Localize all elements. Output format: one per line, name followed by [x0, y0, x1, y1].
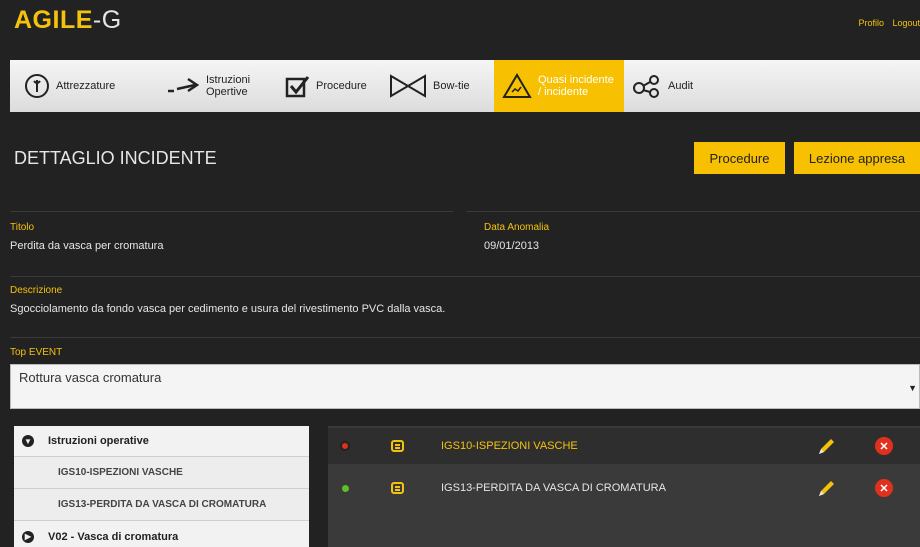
- lezione-appresa-button[interactable]: Lezione appresa: [794, 142, 920, 174]
- accordion-section-istruzioni[interactable]: ▼ Istruzioni operative: [14, 426, 309, 457]
- accordion-item[interactable]: IGS10-ISPEZIONI VASCHE: [14, 457, 309, 489]
- titolo-label: Titolo: [10, 222, 35, 233]
- nav-label: Istruzioni Opertive: [206, 74, 251, 98]
- chevron-right-icon: ▶: [22, 530, 34, 543]
- nav-attrezzature[interactable]: Attrezzature: [10, 60, 158, 112]
- nav-bowtie[interactable]: Bow-tie: [381, 60, 494, 112]
- nav-istruzioni[interactable]: Istruzioni Opertive: [158, 60, 276, 112]
- page-title: DETTAGLIO INCIDENTE: [14, 148, 217, 168]
- list-item-label: IGS13-PERDITA DA VASCA DI CROMATURA: [441, 482, 666, 494]
- delete-icon[interactable]: ✕: [875, 479, 893, 497]
- main-nav: Attrezzature Istruzioni Opertive Procedu…: [10, 60, 920, 112]
- chevron-down-icon: ▼: [22, 435, 34, 447]
- titolo-value: Perdita da vasca per cromatura: [10, 240, 164, 252]
- connection-icon: [633, 75, 659, 98]
- nav-audit[interactable]: Audit: [624, 60, 714, 112]
- results-list: IGS10-ISPEZIONI VASCHE ✕ IGS13-PERDITA D…: [328, 426, 920, 547]
- accordion-section-label: V02 - Vasca di cromatura: [48, 530, 179, 543]
- warning-icon: [502, 73, 532, 98]
- nav-label: Attrezzature: [56, 80, 116, 92]
- divider: [10, 337, 920, 338]
- pencil-icon[interactable]: [816, 437, 836, 457]
- data-anomalia-value: 09/01/2013: [484, 240, 540, 252]
- accordion-panel: ▼ Istruzioni operative IGS10-ISPEZIONI V…: [14, 426, 309, 547]
- logo-part1: AGILE: [14, 6, 93, 34]
- profile-link[interactable]: Profilo: [858, 18, 884, 28]
- accordion-section-v02[interactable]: ▶ V02 - Vasca di cromatura: [14, 521, 309, 547]
- bowtie-icon: [390, 74, 426, 98]
- top-event-select[interactable]: Rottura vasca cromatura ▼: [10, 364, 920, 409]
- top-event-value: Rottura vasca cromatura: [19, 370, 162, 385]
- divider: [10, 276, 920, 277]
- note-icon[interactable]: [391, 482, 404, 494]
- delete-icon[interactable]: ✕: [875, 437, 893, 455]
- status-dot-icon: [340, 441, 350, 451]
- list-item-label: IGS10-ISPEZIONI VASCHE: [441, 440, 578, 452]
- nav-quasi-incidente[interactable]: Quasi incidente / incidente: [494, 60, 624, 112]
- arrow-right-icon: [168, 77, 200, 93]
- nav-label: Quasi incidente / incidente: [538, 74, 614, 98]
- descrizione-value: Sgocciolamento da fondo vasca per cedime…: [10, 303, 446, 315]
- top-event-label: Top EVENT: [10, 347, 63, 358]
- nav-label: Audit: [668, 80, 694, 92]
- list-item[interactable]: IGS10-ISPEZIONI VASCHE ✕: [328, 428, 920, 464]
- list-item[interactable]: IGS13-PERDITA DA VASCA DI CROMATURA ✕: [328, 470, 920, 506]
- procedure-button[interactable]: Procedure: [694, 142, 785, 174]
- nav-label: Procedure: [316, 80, 367, 92]
- accordion-item[interactable]: IGS13-PERDITA DA VASCA DI CROMATURA: [14, 489, 309, 521]
- descrizione-label: Descrizione: [10, 285, 63, 296]
- data-anomalia-label: Data Anomalia: [484, 222, 550, 233]
- accordion-section-label: Istruzioni operative: [48, 435, 149, 447]
- top-links: Profilo Logout: [852, 18, 920, 28]
- nav-label: Bow-tie: [433, 80, 470, 92]
- divider: [466, 211, 920, 212]
- nav-procedure[interactable]: Procedure: [276, 60, 381, 112]
- app-logo: AGILE-G: [14, 6, 122, 35]
- divider: [10, 211, 453, 212]
- note-icon[interactable]: [391, 440, 404, 452]
- pencil-icon[interactable]: [816, 479, 836, 499]
- logout-link[interactable]: Logout: [892, 18, 920, 28]
- logo-part2: -G: [92, 6, 122, 34]
- status-dot-icon: [342, 484, 349, 492]
- chevron-down-icon[interactable]: ▼: [908, 383, 917, 393]
- checkbox-icon: [285, 76, 310, 98]
- wrench-circle-icon: [25, 74, 49, 98]
